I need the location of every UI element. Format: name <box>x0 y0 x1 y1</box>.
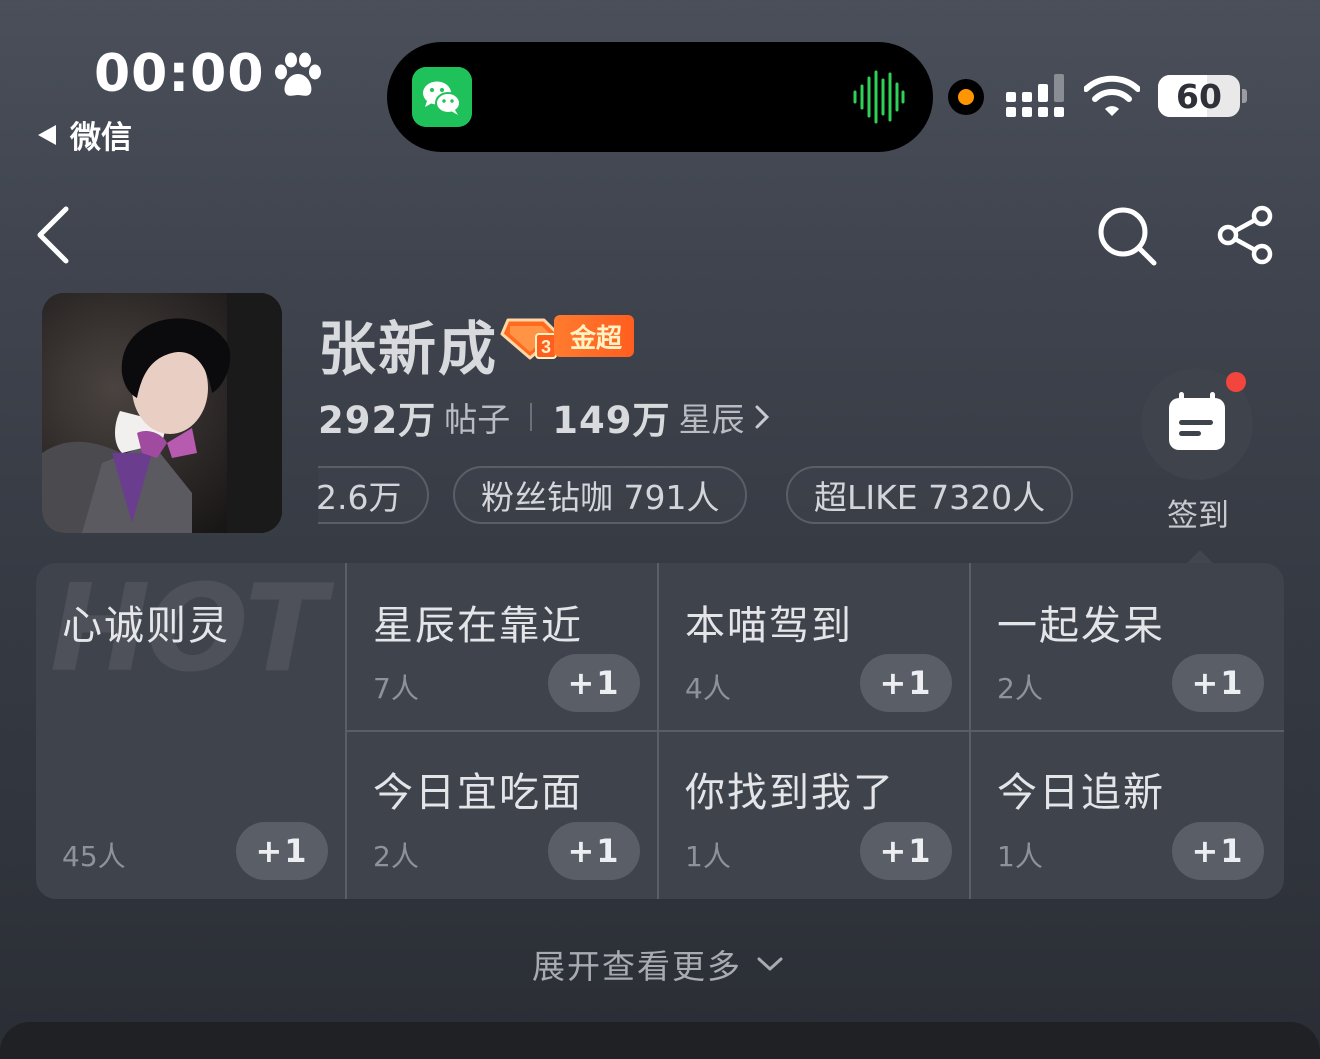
back-arrow-icon <box>38 124 56 145</box>
plus-one-button[interactable]: +1 <box>548 654 640 712</box>
stars-count: 149万 <box>552 399 671 442</box>
topic-count: 45人 <box>62 840 126 873</box>
battery-level: 60 <box>1176 76 1222 116</box>
topic-cell[interactable]: 星辰在靠近 7人 +1 <box>347 563 659 732</box>
level-badge[interactable]: 3 金超 <box>500 312 635 360</box>
plus-one-button[interactable]: +1 <box>548 822 640 880</box>
recording-indicator-icon <box>948 79 984 115</box>
battery-tip <box>1242 89 1247 103</box>
posts-count: 292万 <box>318 399 437 442</box>
chevron-down-icon <box>757 957 783 971</box>
topic-title: 今日宜吃面 <box>373 770 583 816</box>
paw-icon <box>275 52 321 96</box>
hot-watermark: HOT <box>50 560 326 699</box>
plus-one-button[interactable]: +1 <box>860 654 952 712</box>
popover-pointer <box>1186 550 1214 564</box>
back-to-app-button[interactable]: 微信 <box>38 112 132 157</box>
audio-waveform-icon <box>853 70 905 124</box>
badge-label: 金超 <box>554 315 635 357</box>
chip-diamond-fans[interactable]: 粉丝钻咖 791人 <box>453 466 748 524</box>
plus-one-button[interactable]: +1 <box>1172 654 1264 712</box>
stars-label: 星辰 <box>678 400 745 439</box>
share-button[interactable] <box>1214 204 1276 266</box>
topic-title: 本喵驾到 <box>685 603 853 649</box>
topic-count: 1人 <box>997 840 1043 873</box>
topic-title: 你找到我了 <box>685 770 895 816</box>
back-button[interactable] <box>30 203 76 267</box>
battery-indicator: 60 <box>1158 75 1240 117</box>
notification-dot <box>1226 372 1246 392</box>
topic-cell[interactable]: 今日宜吃面 2人 +1 <box>347 732 659 899</box>
posts-label: 帖子 <box>444 400 511 439</box>
back-app-label: 微信 <box>70 120 132 156</box>
stats-row[interactable]: 292万 帖子 149万 星辰 <box>318 390 770 444</box>
topic-count: 4人 <box>685 672 731 705</box>
search-button[interactable] <box>1096 205 1158 267</box>
chip-super-like[interactable]: 超LIKE 7320人 <box>786 466 1074 524</box>
expand-more-button[interactable]: 展开查看更多 <box>532 940 784 988</box>
wifi-icon <box>1084 75 1140 116</box>
page-title: 张新成 <box>318 315 499 383</box>
topic-title: 一起发呆 <box>997 603 1165 649</box>
wechat-icon <box>412 67 472 127</box>
topic-cell[interactable]: 你找到我了 1人 +1 <box>659 732 971 899</box>
badge-level-number: 3 <box>541 337 551 357</box>
stats-chips: 2.6万 粉丝钻咖 791人 超LIKE 7320人 <box>318 466 1108 526</box>
topic-cell[interactable]: 本喵驾到 4人 +1 <box>659 563 971 732</box>
bottom-content-card <box>0 1022 1320 1059</box>
plus-one-button[interactable]: +1 <box>236 822 328 880</box>
checkin-label: 签到 <box>1167 498 1229 534</box>
topic-count: 7人 <box>373 672 419 705</box>
status-time: 00:00 <box>94 44 265 104</box>
topic-count: 2人 <box>373 840 419 873</box>
plus-one-button[interactable]: +1 <box>860 822 952 880</box>
topic-title: 星辰在靠近 <box>373 603 583 649</box>
topic-cell[interactable]: 今日追新 1人 +1 <box>971 732 1284 899</box>
topic-title: 今日追新 <box>997 770 1165 816</box>
topic-count: 1人 <box>685 840 731 873</box>
avatar-image <box>42 293 282 533</box>
chevron-right-icon <box>755 405 770 429</box>
expand-more-label: 展开查看更多 <box>532 947 742 986</box>
plus-one-button[interactable]: +1 <box>1172 822 1264 880</box>
stats-divider <box>530 403 533 431</box>
avatar[interactable] <box>42 293 282 533</box>
cellular-signal-icon <box>1006 74 1064 117</box>
topic-cell[interactable]: 一起发呆 2人 +1 <box>971 563 1284 732</box>
chip-followers[interactable]: 2.6万 <box>318 466 430 524</box>
topic-count: 2人 <box>997 672 1043 705</box>
